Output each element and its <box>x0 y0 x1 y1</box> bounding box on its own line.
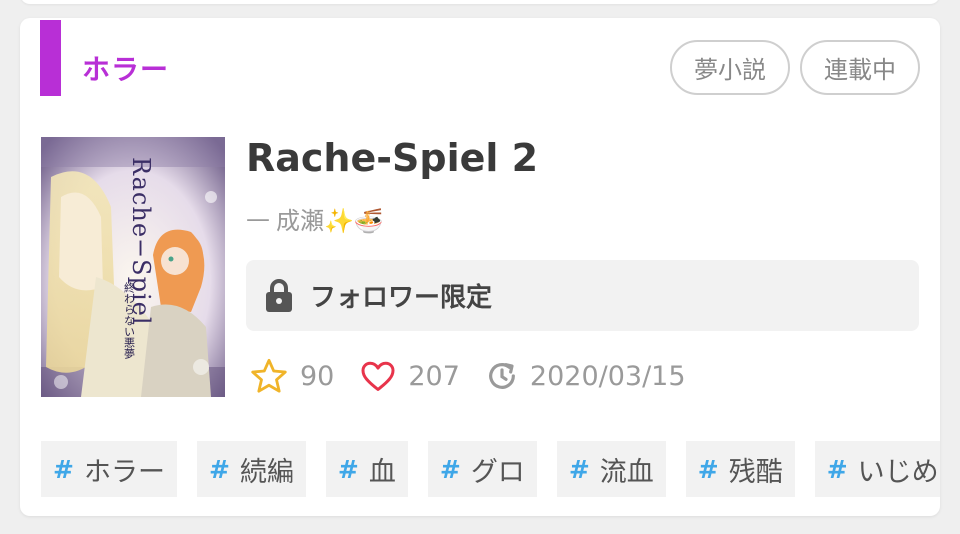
cover-illustration: Rache−Spiel 終わらない悪夢 <box>41 137 225 397</box>
tag-item[interactable]: # 残酷 <box>685 441 795 497</box>
tag-label: 血 <box>368 456 396 488</box>
badge-group: 夢小説 連載中 <box>670 40 920 95</box>
stars-count: 90 <box>300 360 335 392</box>
stars-stat[interactable]: 90 <box>250 358 334 394</box>
hash-icon: # <box>439 454 461 484</box>
author-dash: — <box>246 204 270 233</box>
update-clock-icon <box>488 363 515 389</box>
previous-card-edge <box>20 0 940 4</box>
tag-item[interactable]: # 続編 <box>196 441 306 497</box>
badge-dream-novel: 夢小説 <box>670 40 790 95</box>
hash-icon: # <box>826 454 848 484</box>
tag-item[interactable]: # 血 <box>325 441 408 497</box>
hash-icon: # <box>697 454 719 484</box>
hash-icon: # <box>208 454 230 484</box>
novel-title[interactable]: Rache-Spiel 2 <box>246 136 538 180</box>
stats-row: 90 207 2020/03/15 <box>250 356 712 396</box>
tag-label: 残酷 <box>728 456 783 488</box>
tag-label: 流血 <box>599 456 654 488</box>
hash-icon: # <box>568 454 590 484</box>
updated-date: 2020/03/15 <box>529 360 686 392</box>
tag-label: ホラー <box>83 456 165 488</box>
cover-subtitle: 終わらない悪夢 <box>123 281 136 359</box>
star-icon <box>251 358 287 393</box>
heart-icon <box>361 361 395 391</box>
tag-label: グロ <box>470 456 525 488</box>
genre-color-bar <box>40 20 61 96</box>
tag-item[interactable]: # ホラー <box>41 441 177 497</box>
author-line[interactable]: — 成瀬✨🍜 <box>246 201 384 236</box>
updated-stat: 2020/03/15 <box>486 360 686 392</box>
hash-icon: # <box>53 454 74 484</box>
tag-item[interactable]: # いじめ <box>814 441 940 497</box>
tag-label: いじめ <box>857 456 939 488</box>
likes-stat[interactable]: 207 <box>360 360 460 392</box>
tag-label: 続編 <box>239 456 294 488</box>
tag-list: # ホラー # 続編 # 血 # グロ # 流血 # 残酷 # いじめ <box>41 441 940 497</box>
tag-item[interactable]: # 流血 <box>556 441 666 497</box>
follower-only-label: フォロワー限定 <box>310 283 493 313</box>
cover-image[interactable]: Rache−Spiel 終わらない悪夢 <box>41 137 225 397</box>
novel-card[interactable]: ホラー 夢小説 連載中 Rache−Spiel 終わらない悪夢 Rache-Sp… <box>20 18 940 516</box>
hash-icon: # <box>337 454 359 484</box>
lock-icon <box>266 278 292 312</box>
genre-label[interactable]: ホラー <box>82 48 169 88</box>
follower-only-notice[interactable]: フォロワー限定 <box>246 260 919 331</box>
likes-count: 207 <box>408 360 460 392</box>
badge-serializing: 連載中 <box>800 40 920 95</box>
tag-item[interactable]: # グロ <box>427 441 537 497</box>
author-name[interactable]: 成瀬✨🍜 <box>276 201 384 236</box>
